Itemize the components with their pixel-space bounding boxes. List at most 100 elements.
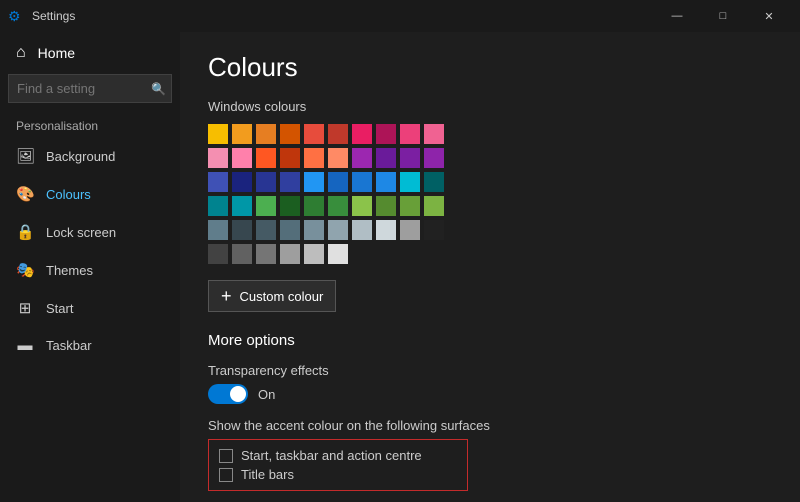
sidebar-item-background[interactable]: 🖼 Background: [0, 137, 180, 175]
color-swatch[interactable]: [424, 220, 444, 240]
color-swatch[interactable]: [352, 196, 372, 216]
color-swatch[interactable]: [328, 124, 348, 144]
sidebar-colours-label: Colours: [46, 187, 91, 202]
sidebar-item-start[interactable]: ⊞ Start: [0, 289, 180, 327]
color-swatch[interactable]: [328, 196, 348, 216]
lock-icon: 🔒: [16, 223, 34, 241]
sidebar-lock-label: Lock screen: [46, 225, 116, 240]
transparency-label: Transparency effects: [208, 363, 772, 378]
color-swatch[interactable]: [208, 172, 228, 192]
sidebar-themes-label: Themes: [46, 263, 93, 278]
color-swatch[interactable]: [424, 172, 444, 192]
color-swatch[interactable]: [208, 196, 228, 216]
checkbox-row-start-taskbar: Start, taskbar and action centre: [219, 448, 457, 463]
custom-colour-button[interactable]: + Custom colour: [208, 280, 336, 312]
checkbox-start-taskbar[interactable]: [219, 449, 233, 463]
accent-surfaces-group: Start, taskbar and action centre Title b…: [208, 439, 468, 491]
color-swatch[interactable]: [256, 148, 276, 168]
color-swatch[interactable]: [232, 196, 252, 216]
windows-colours-label: Windows colours: [208, 99, 772, 114]
taskbar-icon: ▬: [16, 337, 34, 354]
sidebar-search-container: 🔍: [8, 74, 172, 103]
color-swatch[interactable]: [304, 220, 324, 240]
color-swatch[interactable]: [208, 244, 228, 264]
color-swatch[interactable]: [256, 172, 276, 192]
color-swatch[interactable]: [304, 148, 324, 168]
more-options-title: More options: [208, 332, 772, 349]
color-swatch[interactable]: [328, 220, 348, 240]
color-swatch[interactable]: [424, 196, 444, 216]
color-swatch[interactable]: [376, 220, 396, 240]
color-swatch[interactable]: [328, 148, 348, 168]
titlebar-title: Settings: [32, 9, 654, 23]
settings-app-icon: ⚙: [8, 8, 24, 24]
transparency-toggle[interactable]: [208, 384, 248, 404]
color-swatch[interactable]: [376, 124, 396, 144]
color-swatch[interactable]: [400, 148, 420, 168]
color-swatch[interactable]: [424, 124, 444, 144]
color-swatch[interactable]: [352, 148, 372, 168]
color-swatch[interactable]: [232, 172, 252, 192]
color-swatch[interactable]: [376, 148, 396, 168]
color-swatch[interactable]: [256, 220, 276, 240]
color-swatch[interactable]: [280, 172, 300, 192]
color-swatch[interactable]: [304, 172, 324, 192]
color-swatch[interactable]: [256, 124, 276, 144]
color-swatch[interactable]: [256, 196, 276, 216]
color-swatch[interactable]: [208, 148, 228, 168]
color-swatch[interactable]: [232, 148, 252, 168]
color-swatch[interactable]: [232, 220, 252, 240]
color-swatch[interactable]: [304, 196, 324, 216]
color-swatch[interactable]: [400, 220, 420, 240]
titlebar: ⚙ Settings — □ ✕: [0, 0, 800, 32]
color-swatch[interactable]: [232, 244, 252, 264]
color-swatch[interactable]: [328, 244, 348, 264]
sidebar-item-home[interactable]: ⌂ Home: [0, 36, 180, 70]
color-swatch[interactable]: [352, 124, 372, 144]
color-swatch[interactable]: [208, 220, 228, 240]
main-layout: ⌂ Home 🔍 Personalisation 🖼 Background 🎨 …: [0, 32, 800, 502]
checkbox-title-bars[interactable]: [219, 468, 233, 482]
transparency-on-label: On: [258, 387, 275, 402]
color-swatch[interactable]: [280, 196, 300, 216]
search-input[interactable]: [8, 74, 172, 103]
checkbox-title-bars-label: Title bars: [241, 467, 294, 482]
checkbox-start-taskbar-label: Start, taskbar and action centre: [241, 448, 422, 463]
sidebar-item-lock-screen[interactable]: 🔒 Lock screen: [0, 213, 180, 251]
checkbox-row-title-bars: Title bars: [219, 467, 457, 482]
minimize-button[interactable]: —: [654, 0, 700, 32]
search-icon: 🔍: [151, 82, 166, 96]
color-swatch[interactable]: [280, 220, 300, 240]
sidebar-item-colours[interactable]: 🎨 Colours: [0, 175, 180, 213]
color-swatch[interactable]: [376, 196, 396, 216]
color-swatch[interactable]: [424, 148, 444, 168]
color-swatch[interactable]: [352, 172, 372, 192]
color-swatch[interactable]: [328, 172, 348, 192]
close-button[interactable]: ✕: [746, 0, 792, 32]
color-swatch[interactable]: [280, 124, 300, 144]
sidebar-item-themes[interactable]: 🎭 Themes: [0, 251, 180, 289]
color-swatch[interactable]: [256, 244, 276, 264]
sidebar-taskbar-label: Taskbar: [46, 338, 92, 353]
color-swatch[interactable]: [400, 124, 420, 144]
accent-surfaces-label: Show the accent colour on the following …: [208, 418, 772, 433]
color-swatch[interactable]: [400, 196, 420, 216]
color-swatch[interactable]: [400, 172, 420, 192]
color-swatch[interactable]: [232, 124, 252, 144]
color-swatch[interactable]: [352, 220, 372, 240]
color-swatch[interactable]: [376, 172, 396, 192]
sidebar-section-label: Personalisation: [0, 107, 180, 137]
color-swatch[interactable]: [280, 148, 300, 168]
color-swatch[interactable]: [304, 124, 324, 144]
sidebar-item-taskbar[interactable]: ▬ Taskbar: [0, 327, 180, 364]
transparency-group: Transparency effects On: [208, 363, 772, 404]
maximize-button[interactable]: □: [700, 0, 746, 32]
custom-colour-label: Custom colour: [240, 289, 324, 304]
plus-icon: +: [221, 287, 232, 305]
sidebar: ⌂ Home 🔍 Personalisation 🖼 Background 🎨 …: [0, 32, 180, 502]
color-swatch[interactable]: [280, 244, 300, 264]
content-area: Colours Windows colours + Custom colour …: [180, 32, 800, 502]
color-swatch[interactable]: [208, 124, 228, 144]
colours-icon: 🎨: [16, 185, 34, 203]
color-swatch[interactable]: [304, 244, 324, 264]
